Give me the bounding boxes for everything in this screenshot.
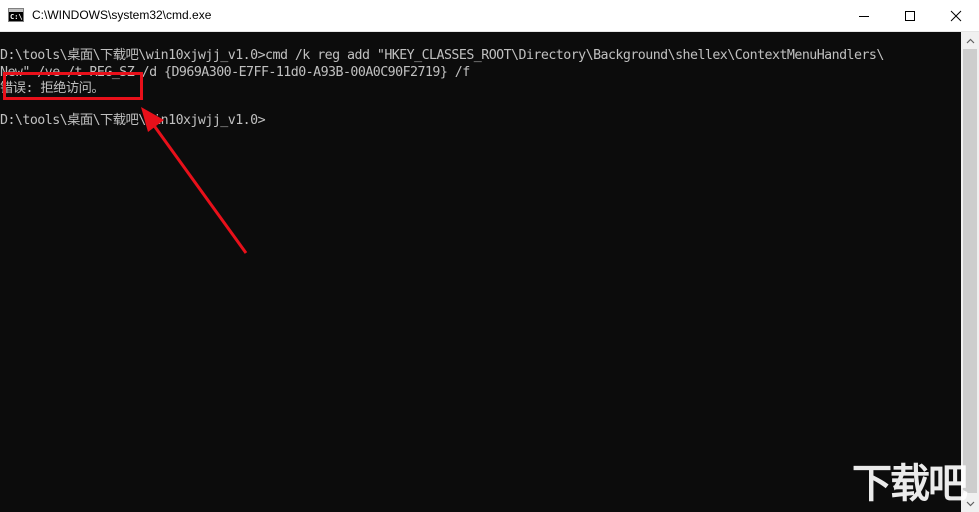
error-highlight-box [3, 72, 143, 100]
maximize-icon [905, 10, 915, 21]
maximize-button[interactable] [887, 0, 933, 31]
console-output[interactable]: D:\tools\桌面\下载吧\win10xjwjj_v1.0>cmd /k r… [0, 32, 961, 512]
cmd-icon-glyph: C:\ [10, 13, 23, 21]
watermark-logo: 下载吧 [852, 461, 968, 507]
minimize-button[interactable] [841, 0, 887, 31]
close-icon [950, 10, 962, 21]
scroll-up-button[interactable] [961, 32, 979, 49]
console-line-prompt: D:\tools\桌面\下载吧\win10xjwjj_v1.0> [0, 113, 266, 128]
window-title: C:\WINDOWS\system32\cmd.exe [32, 8, 212, 22]
scroll-thumb[interactable] [963, 49, 977, 493]
cmd-icon[interactable]: C:\ [8, 8, 24, 22]
cmd-window: C:\ C:\WINDOWS\system32\cmd.exe D:\tools… [0, 0, 979, 512]
chevron-up-icon [966, 38, 974, 43]
vertical-scrollbar[interactable] [961, 32, 979, 512]
minimize-icon [859, 15, 869, 17]
title-bar[interactable]: C:\ C:\WINDOWS\system32\cmd.exe [0, 0, 979, 32]
console-line-command: D:\tools\桌面\下载吧\win10xjwjj_v1.0>cmd /k r… [0, 48, 884, 63]
close-button[interactable] [933, 0, 979, 31]
